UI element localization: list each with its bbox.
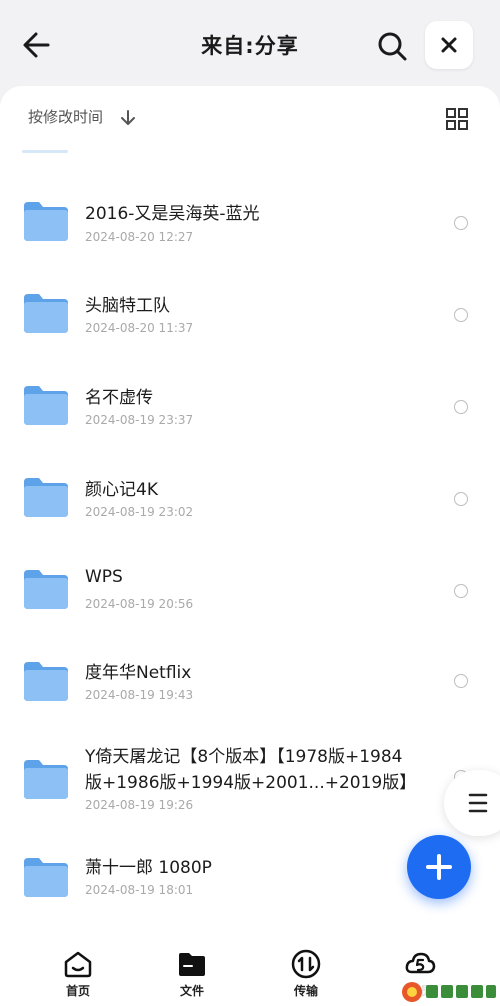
tab-transfer[interactable]: 传输 <box>266 942 346 1006</box>
add-button[interactable] <box>407 835 471 899</box>
select-radio[interactable] <box>454 584 468 598</box>
file-date: 2024-08-19 19:26 <box>85 798 194 812</box>
select-radio[interactable] <box>454 674 468 688</box>
close-icon <box>441 37 457 53</box>
tab-label: 首页 <box>65 984 90 998</box>
watermark-logo <box>402 981 498 1003</box>
file-name: 度年华Netflix <box>85 663 192 683</box>
select-radio[interactable] <box>454 216 468 230</box>
side-menu-button[interactable] <box>444 770 500 836</box>
file-date: 2024-08-19 19:43 <box>85 688 194 702</box>
arrow-down-icon[interactable] <box>118 108 138 128</box>
file-date: 2024-08-20 11:37 <box>85 321 194 335</box>
sort-button[interactable]: 按修改时间 <box>28 106 103 127</box>
tab-home[interactable]: 首页 <box>38 942 118 1006</box>
transfer-icon <box>291 949 321 979</box>
plus-icon <box>426 854 452 880</box>
file-date: 2024-08-19 23:02 <box>85 505 194 519</box>
folder-icon <box>24 662 68 701</box>
file-name: 名不虚传 <box>85 388 153 408</box>
folder-icon <box>24 478 68 517</box>
folder-icon <box>24 294 68 333</box>
select-radio[interactable] <box>454 308 468 322</box>
home-icon <box>64 951 92 978</box>
list-item[interactable]: 名不虚传 2024-08-19 23:37 <box>0 360 500 452</box>
file-name: 萧十一郎 1080P <box>85 858 212 878</box>
list-item[interactable]: Y倚天屠龙记【8个版本】【1978版+1984版+1986版+1994版+200… <box>0 728 500 828</box>
search-icon <box>378 32 407 61</box>
folder-icon <box>24 760 68 799</box>
select-radio[interactable] <box>454 492 468 506</box>
file-name: Y倚天屠龙记【8个版本】【1978版+1984版+1986版+1994版+200… <box>85 747 417 793</box>
file-name: 2016-又是吴海英-蓝光 <box>85 204 260 224</box>
file-date: 2024-08-19 23:37 <box>85 413 194 427</box>
file-name: 颜心记4K <box>85 480 158 500</box>
list-item[interactable]: 度年华Netflix 2024-08-19 19:43 <box>0 636 500 728</box>
file-name: 头脑特工队 <box>85 296 170 316</box>
file-name: WPS <box>85 567 123 587</box>
tab-label: 文件 <box>179 984 204 998</box>
folder-icon <box>24 570 68 609</box>
close-button[interactable] <box>425 21 473 69</box>
file-date: 2024-08-20 12:27 <box>85 230 194 244</box>
tab-files[interactable]: 文件 <box>152 942 232 1006</box>
list-item[interactable]: 颜心记4K 2024-08-19 23:02 <box>0 452 500 544</box>
menu-icon <box>468 793 488 813</box>
search-button[interactable] <box>372 26 412 66</box>
top-bar: 来自:分享 <box>0 0 500 90</box>
tab-label: 传输 <box>293 984 318 998</box>
folder-icon <box>24 202 68 241</box>
select-radio[interactable] <box>454 400 468 414</box>
folder-icon <box>179 953 205 976</box>
grid-view-icon[interactable] <box>444 106 470 132</box>
file-date: 2024-08-19 20:56 <box>85 597 194 611</box>
list-item[interactable]: 2016-又是吴海英-蓝光 2024-08-20 12:27 <box>0 176 500 268</box>
folder-icon <box>24 858 68 897</box>
list-item[interactable]: 头脑特工队 2024-08-20 11:37 <box>0 268 500 360</box>
file-date: 2024-08-19 18:01 <box>85 883 194 897</box>
partial-folder-edge <box>22 150 68 153</box>
folder-icon <box>24 386 68 425</box>
list-item[interactable]: WPS 2024-08-19 20:56 <box>0 544 500 636</box>
